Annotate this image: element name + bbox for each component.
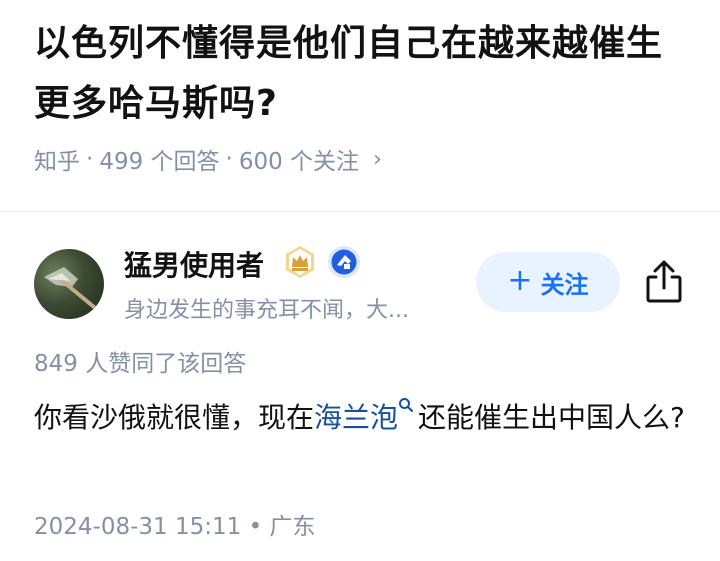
avatar-image: [44, 267, 96, 309]
meta-separator: ·: [225, 146, 233, 172]
location: 广东: [269, 514, 316, 540]
meta-dot: •: [248, 514, 263, 540]
plus-icon: +: [507, 263, 533, 298]
follower-count: 600 个关注: [238, 149, 360, 175]
author-name[interactable]: 猛男使用者: [124, 244, 264, 284]
answer-content[interactable]: 你看沙俄就很懂，现在海兰泡 还能催生出中国人么?: [34, 393, 694, 443]
search-link[interactable]: 海兰泡: [314, 401, 398, 434]
question-title[interactable]: 以色列不懂得是他们自己在越来越催生更多哈马斯吗?: [34, 14, 694, 134]
follow-button[interactable]: + 关注: [476, 252, 620, 312]
chevron-right-icon: ›: [373, 146, 382, 172]
avatar[interactable]: [34, 249, 104, 319]
search-icon: [399, 398, 414, 412]
answer-text: 你看沙俄就很懂，现在: [34, 401, 315, 434]
source-label: 知乎: [34, 149, 80, 175]
section-divider: [0, 211, 720, 212]
answer-text: 还能催生出中国人么?: [418, 401, 685, 434]
question-meta[interactable]: 知乎 · 499 个回答 · 600 个关注 ›: [34, 142, 382, 176]
answer-count: 499 个回答: [99, 149, 220, 175]
share-icon[interactable]: [644, 260, 684, 304]
blue-verified-icon[interactable]: [326, 244, 362, 280]
timestamp: 2024-08-31 15:11: [34, 514, 242, 540]
follow-label: 关注: [540, 270, 589, 299]
vote-count: 849 人赞同了该回答: [34, 351, 247, 377]
answer-footer: 2024-08-31 15:11 • 广东: [34, 507, 315, 541]
crown-badge-icon[interactable]: [283, 245, 317, 279]
author-bio: 身边发生的事充耳不闻，大...: [124, 298, 409, 323]
meta-separator: ·: [86, 146, 94, 172]
